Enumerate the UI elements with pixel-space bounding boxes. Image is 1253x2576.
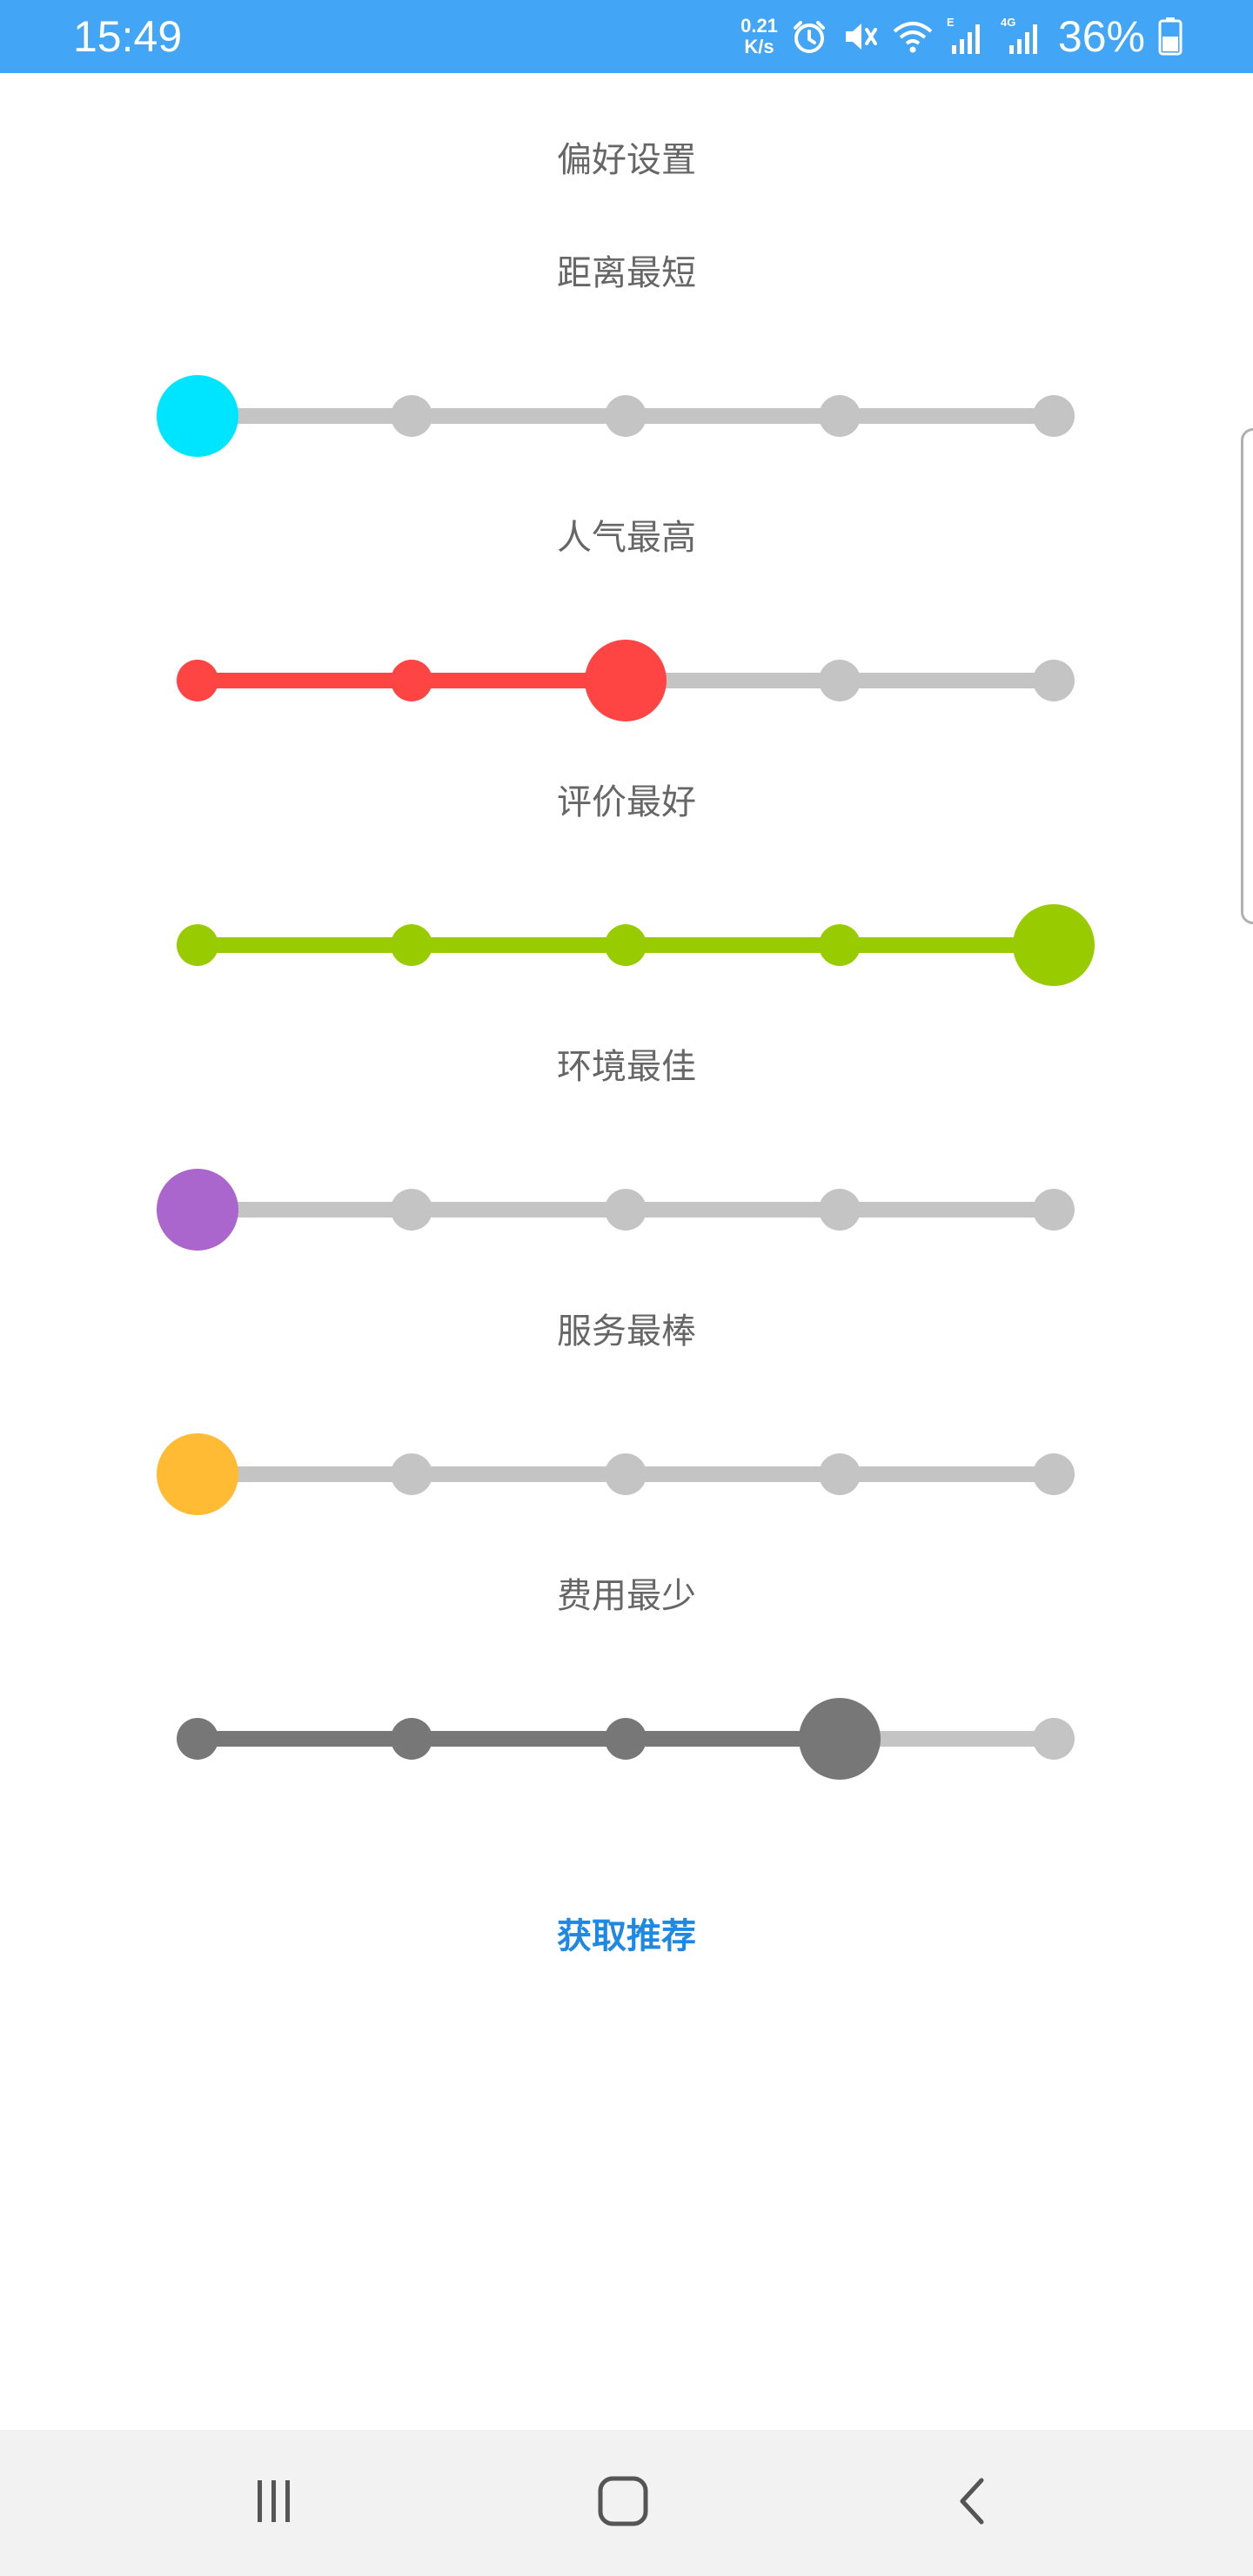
preference-label: 服务最棒 (557, 1311, 696, 1352)
preference-slider[interactable] (0, 1695, 1253, 1782)
preference-slider[interactable] (0, 1431, 1253, 1518)
slider-step[interactable] (1033, 395, 1075, 437)
status-bar: 15:49 0.21 K/s E 4G 36% (0, 0, 1253, 73)
network-type-e: E (947, 16, 955, 29)
slider-thumb[interactable] (157, 1169, 238, 1251)
preference-slider[interactable] (0, 637, 1253, 724)
preference-label: 人气最高 (557, 518, 696, 558)
slider-step[interactable] (819, 924, 861, 966)
recent-apps-icon (247, 2475, 299, 2531)
slider-step[interactable] (605, 924, 647, 966)
slider-step[interactable] (177, 924, 218, 966)
preference-label: 评价最好 (557, 782, 696, 822)
preference-slider[interactable] (0, 1166, 1253, 1253)
signal-icon: 4G (1001, 16, 1046, 57)
network-speed-unit: K/s (744, 36, 774, 57)
back-button[interactable] (931, 2459, 1018, 2546)
home-button[interactable] (580, 2459, 667, 2546)
alarm-icon (790, 17, 828, 56)
recent-apps-button[interactable] (230, 2459, 317, 2546)
slider-step[interactable] (819, 1453, 861, 1495)
slider-graphic (177, 640, 1075, 721)
slider-step[interactable] (1033, 1453, 1075, 1495)
slider-graphic (157, 1169, 1075, 1251)
get-recommendation-button[interactable]: 获取推荐 (496, 1906, 757, 1967)
home-icon (595, 2473, 651, 2532)
slider-thumb[interactable] (585, 640, 667, 721)
signal-icon: E (947, 16, 988, 57)
navigation-bar (0, 2430, 1253, 2576)
slider-step[interactable] (391, 1189, 432, 1231)
slider-step[interactable] (391, 395, 432, 437)
slider-graphic (157, 375, 1075, 457)
slider-step[interactable] (1033, 1189, 1075, 1231)
network-speed: 0.21 K/s (740, 16, 778, 57)
slider-graphic (177, 904, 1095, 986)
network-speed-value: 0.21 (740, 15, 778, 37)
battery-icon (1157, 16, 1183, 57)
slider-step[interactable] (1033, 660, 1075, 701)
slider-step[interactable] (391, 1718, 432, 1760)
slider-step[interactable] (819, 395, 861, 437)
slider-thumb[interactable] (1013, 904, 1095, 986)
slider-step[interactable] (177, 1718, 218, 1760)
slider-step[interactable] (819, 1189, 861, 1231)
preference-slider[interactable] (0, 372, 1253, 460)
slider-step[interactable] (605, 1189, 647, 1231)
slider-graphic (177, 1698, 1075, 1780)
slider-step[interactable] (1033, 1718, 1075, 1760)
mute-icon (841, 17, 879, 56)
status-icons: 0.21 K/s E 4G 36% (740, 10, 1183, 63)
status-time: 15:49 (73, 12, 183, 61)
wifi-icon (891, 17, 935, 56)
slider-step[interactable] (605, 1453, 647, 1495)
slider-step[interactable] (605, 395, 647, 437)
slider-step[interactable] (391, 924, 432, 966)
preference-label: 费用最少 (557, 1576, 696, 1616)
preference-label: 距离最短 (557, 253, 696, 293)
edge-panel-handle[interactable] (1241, 428, 1253, 924)
preference-label: 环境最佳 (557, 1047, 696, 1087)
slider-step[interactable] (391, 660, 432, 701)
network-type-4g: 4G (1001, 16, 1015, 29)
slider-step[interactable] (819, 660, 861, 701)
battery-percent: 36% (1057, 12, 1145, 61)
slider-thumb[interactable] (157, 375, 238, 457)
back-icon (948, 2475, 1001, 2531)
page-title: 偏好设置 (557, 140, 696, 180)
slider-thumb[interactable] (799, 1698, 881, 1780)
slider-step[interactable] (391, 1453, 432, 1495)
slider-thumb[interactable] (157, 1433, 238, 1515)
slider-graphic (157, 1433, 1075, 1515)
slider-step[interactable] (605, 1718, 647, 1760)
preference-slider[interactable] (0, 902, 1253, 989)
slider-step[interactable] (177, 660, 218, 701)
